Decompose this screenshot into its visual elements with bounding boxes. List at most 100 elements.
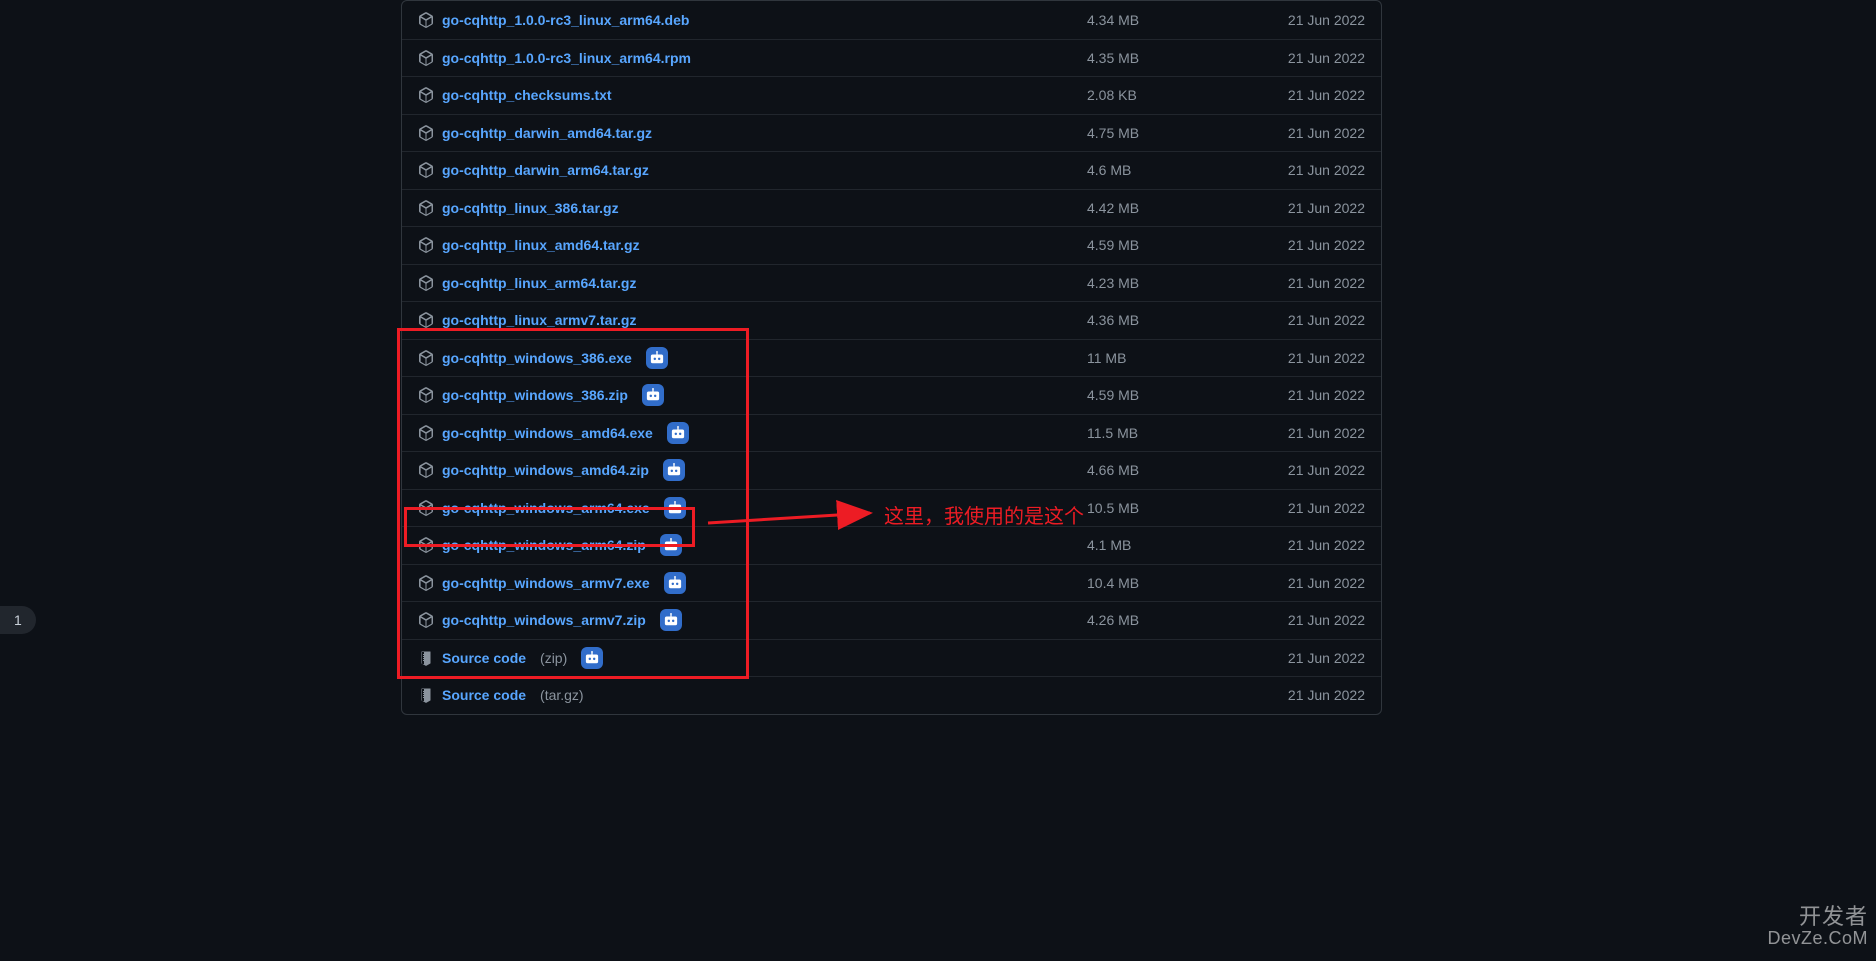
asset-download-link[interactable]: go-cqhttp_linux_386.tar.gz xyxy=(442,200,619,216)
asset-name-cell: go-cqhttp_darwin_arm64.tar.gz xyxy=(418,162,1087,178)
asset-date: 21 Jun 2022 xyxy=(1277,162,1365,178)
asset-date: 21 Jun 2022 xyxy=(1277,237,1365,253)
asset-name-cell: go-cqhttp_1.0.0-rc3_linux_arm64.rpm xyxy=(418,50,1087,66)
asset-name-cell: go-cqhttp_linux_386.tar.gz xyxy=(418,200,1087,216)
asset-name-cell: go-cqhttp_linux_armv7.tar.gz xyxy=(418,312,1087,328)
package-icon xyxy=(418,387,434,403)
asset-size: 2.08 KB xyxy=(1087,87,1277,103)
asset-row: go-cqhttp_linux_armv7.tar.gz4.36 MB21 Ju… xyxy=(402,301,1381,339)
asset-row: go-cqhttp_darwin_arm64.tar.gz 4.6 MB21 Ju… xyxy=(402,151,1381,189)
asset-download-link[interactable]: go-cqhttp_linux_arm64.tar.gz xyxy=(442,275,636,291)
download-helper-icon[interactable] xyxy=(646,347,668,369)
asset-row: go-cqhttp_windows_armv7.zip4.26 MB21 Jun… xyxy=(402,601,1381,639)
asset-row: go-cqhttp_windows_arm64.zip 4.1 MB21 Jun … xyxy=(402,526,1381,564)
watermark-line-2: DevZe.CoM xyxy=(1767,929,1868,949)
package-icon xyxy=(418,425,434,441)
asset-download-link[interactable]: go-cqhttp_darwin_arm64.tar.gz xyxy=(442,162,649,178)
package-icon xyxy=(418,12,434,28)
watermark-line-1: 开发者 xyxy=(1799,905,1868,929)
asset-size: 4.42 MB xyxy=(1087,200,1277,216)
asset-size: 4.36 MB xyxy=(1087,312,1277,328)
asset-date: 21 Jun 2022 xyxy=(1277,50,1365,66)
release-assets-list: go-cqhttp_1.0.0-rc3_linux_arm64.deb 4.34 … xyxy=(401,0,1382,715)
asset-download-link[interactable]: go-cqhttp_windows_arm64.zip xyxy=(442,537,646,553)
asset-name-cell: go-cqhttp_windows_amd64.zip xyxy=(418,459,1087,481)
download-helper-icon[interactable] xyxy=(642,384,664,406)
asset-download-link[interactable]: go-cqhttp_darwin_amd64.tar.gz xyxy=(442,125,652,141)
asset-row: go-cqhttp_windows_386.exe11 MB21 Jun 202… xyxy=(402,339,1381,377)
package-icon xyxy=(418,162,434,178)
asset-size: 10.4 MB xyxy=(1087,575,1277,591)
asset-download-link[interactable]: Source code xyxy=(442,650,526,666)
asset-date: 21 Jun 2022 xyxy=(1277,387,1365,403)
asset-date: 21 Jun 2022 xyxy=(1277,575,1365,591)
asset-date: 21 Jun 2022 xyxy=(1277,275,1365,291)
download-helper-icon[interactable] xyxy=(664,497,686,519)
asset-date: 21 Jun 2022 xyxy=(1277,687,1365,703)
asset-row: go-cqhttp_1.0.0-rc3_linux_arm64.rpm 4.35 … xyxy=(402,39,1381,77)
asset-name-cell: Source code(tar.gz) xyxy=(418,687,1087,703)
asset-size: 4.66 MB xyxy=(1087,462,1277,478)
asset-size: 4.26 MB xyxy=(1087,612,1277,628)
asset-row: go-cqhttp_linux_amd64.tar.gz4.59 MB21 Ju… xyxy=(402,226,1381,264)
asset-date: 21 Jun 2022 xyxy=(1277,500,1365,516)
file-zip-icon xyxy=(418,687,434,703)
asset-name-cell: go-cqhttp_windows_arm64.zip xyxy=(418,534,1087,556)
asset-name-cell: go-cqhttp_windows_armv7.exe xyxy=(418,572,1087,594)
package-icon xyxy=(418,312,434,328)
asset-row: go-cqhttp_windows_arm64.exe10.5 MB21 Jun… xyxy=(402,489,1381,527)
download-helper-icon[interactable] xyxy=(660,609,682,631)
asset-name-cell: go-cqhttp_windows_armv7.zip xyxy=(418,609,1087,631)
asset-date: 21 Jun 2022 xyxy=(1277,650,1365,666)
asset-size: 4.35 MB xyxy=(1087,50,1277,66)
asset-download-link[interactable]: go-cqhttp_windows_amd64.zip xyxy=(442,462,649,478)
asset-size: 4.1 MB xyxy=(1087,537,1277,553)
asset-download-link[interactable]: go-cqhttp_windows_armv7.exe xyxy=(442,575,650,591)
download-helper-icon[interactable] xyxy=(664,572,686,594)
asset-download-link[interactable]: go-cqhttp_windows_386.zip xyxy=(442,387,628,403)
asset-size: 4.6 MB xyxy=(1087,162,1277,178)
asset-name-cell: go-cqhttp_linux_amd64.tar.gz xyxy=(418,237,1087,253)
asset-name-cell: Source code(zip) xyxy=(418,647,1087,669)
asset-name-cell: go-cqhttp_linux_arm64.tar.gz xyxy=(418,275,1087,291)
asset-download-link[interactable]: go-cqhttp_windows_386.exe xyxy=(442,350,632,366)
package-icon xyxy=(418,537,434,553)
asset-row: go-cqhttp_windows_386.zip4.59 MB21 Jun 2… xyxy=(402,376,1381,414)
asset-download-link[interactable]: go-cqhttp_1.0.0-rc3_linux_arm64.rpm xyxy=(442,50,691,66)
page-number-badge: 1 xyxy=(0,606,36,634)
asset-size: 4.34 MB xyxy=(1087,12,1277,28)
download-helper-icon[interactable] xyxy=(660,534,682,556)
asset-row: go-cqhttp_windows_amd64.exe11.5 MB21 Jun… xyxy=(402,414,1381,452)
package-icon xyxy=(418,350,434,366)
asset-download-link[interactable]: go-cqhttp_windows_armv7.zip xyxy=(442,612,646,628)
asset-name-cell: go-cqhttp_windows_386.zip xyxy=(418,384,1087,406)
asset-date: 21 Jun 2022 xyxy=(1277,200,1365,216)
asset-download-link[interactable]: go-cqhttp_linux_armv7.tar.gz xyxy=(442,312,636,328)
asset-name-cell: go-cqhttp_checksums.txt xyxy=(418,87,1087,103)
asset-download-link[interactable]: go-cqhttp_linux_amd64.tar.gz xyxy=(442,237,640,253)
download-helper-icon[interactable] xyxy=(667,422,689,444)
package-icon xyxy=(418,87,434,103)
asset-row: go-cqhttp_linux_arm64.tar.gz 4.23 MB21 Ju… xyxy=(402,264,1381,302)
download-helper-icon[interactable] xyxy=(581,647,603,669)
asset-row: go-cqhttp_windows_amd64.zip4.66 MB21 Jun… xyxy=(402,451,1381,489)
asset-date: 21 Jun 2022 xyxy=(1277,537,1365,553)
asset-size: 4.23 MB xyxy=(1087,275,1277,291)
package-icon xyxy=(418,612,434,628)
package-icon xyxy=(418,50,434,66)
package-icon xyxy=(418,237,434,253)
asset-download-link[interactable]: go-cqhttp_1.0.0-rc3_linux_arm64.deb xyxy=(442,12,689,28)
package-icon xyxy=(418,200,434,216)
asset-date: 21 Jun 2022 xyxy=(1277,12,1365,28)
asset-name-cell: go-cqhttp_windows_amd64.exe xyxy=(418,422,1087,444)
asset-date: 21 Jun 2022 xyxy=(1277,87,1365,103)
asset-download-link[interactable]: go-cqhttp_windows_arm64.exe xyxy=(442,500,650,516)
download-helper-icon[interactable] xyxy=(663,459,685,481)
asset-download-link[interactable]: go-cqhttp_windows_amd64.exe xyxy=(442,425,653,441)
asset-download-link[interactable]: go-cqhttp_checksums.txt xyxy=(442,87,612,103)
package-icon xyxy=(418,125,434,141)
asset-row: Source code(zip) 21 Jun 2022 xyxy=(402,639,1381,677)
file-zip-icon xyxy=(418,650,434,666)
asset-download-link[interactable]: Source code xyxy=(442,687,526,703)
package-icon xyxy=(418,462,434,478)
